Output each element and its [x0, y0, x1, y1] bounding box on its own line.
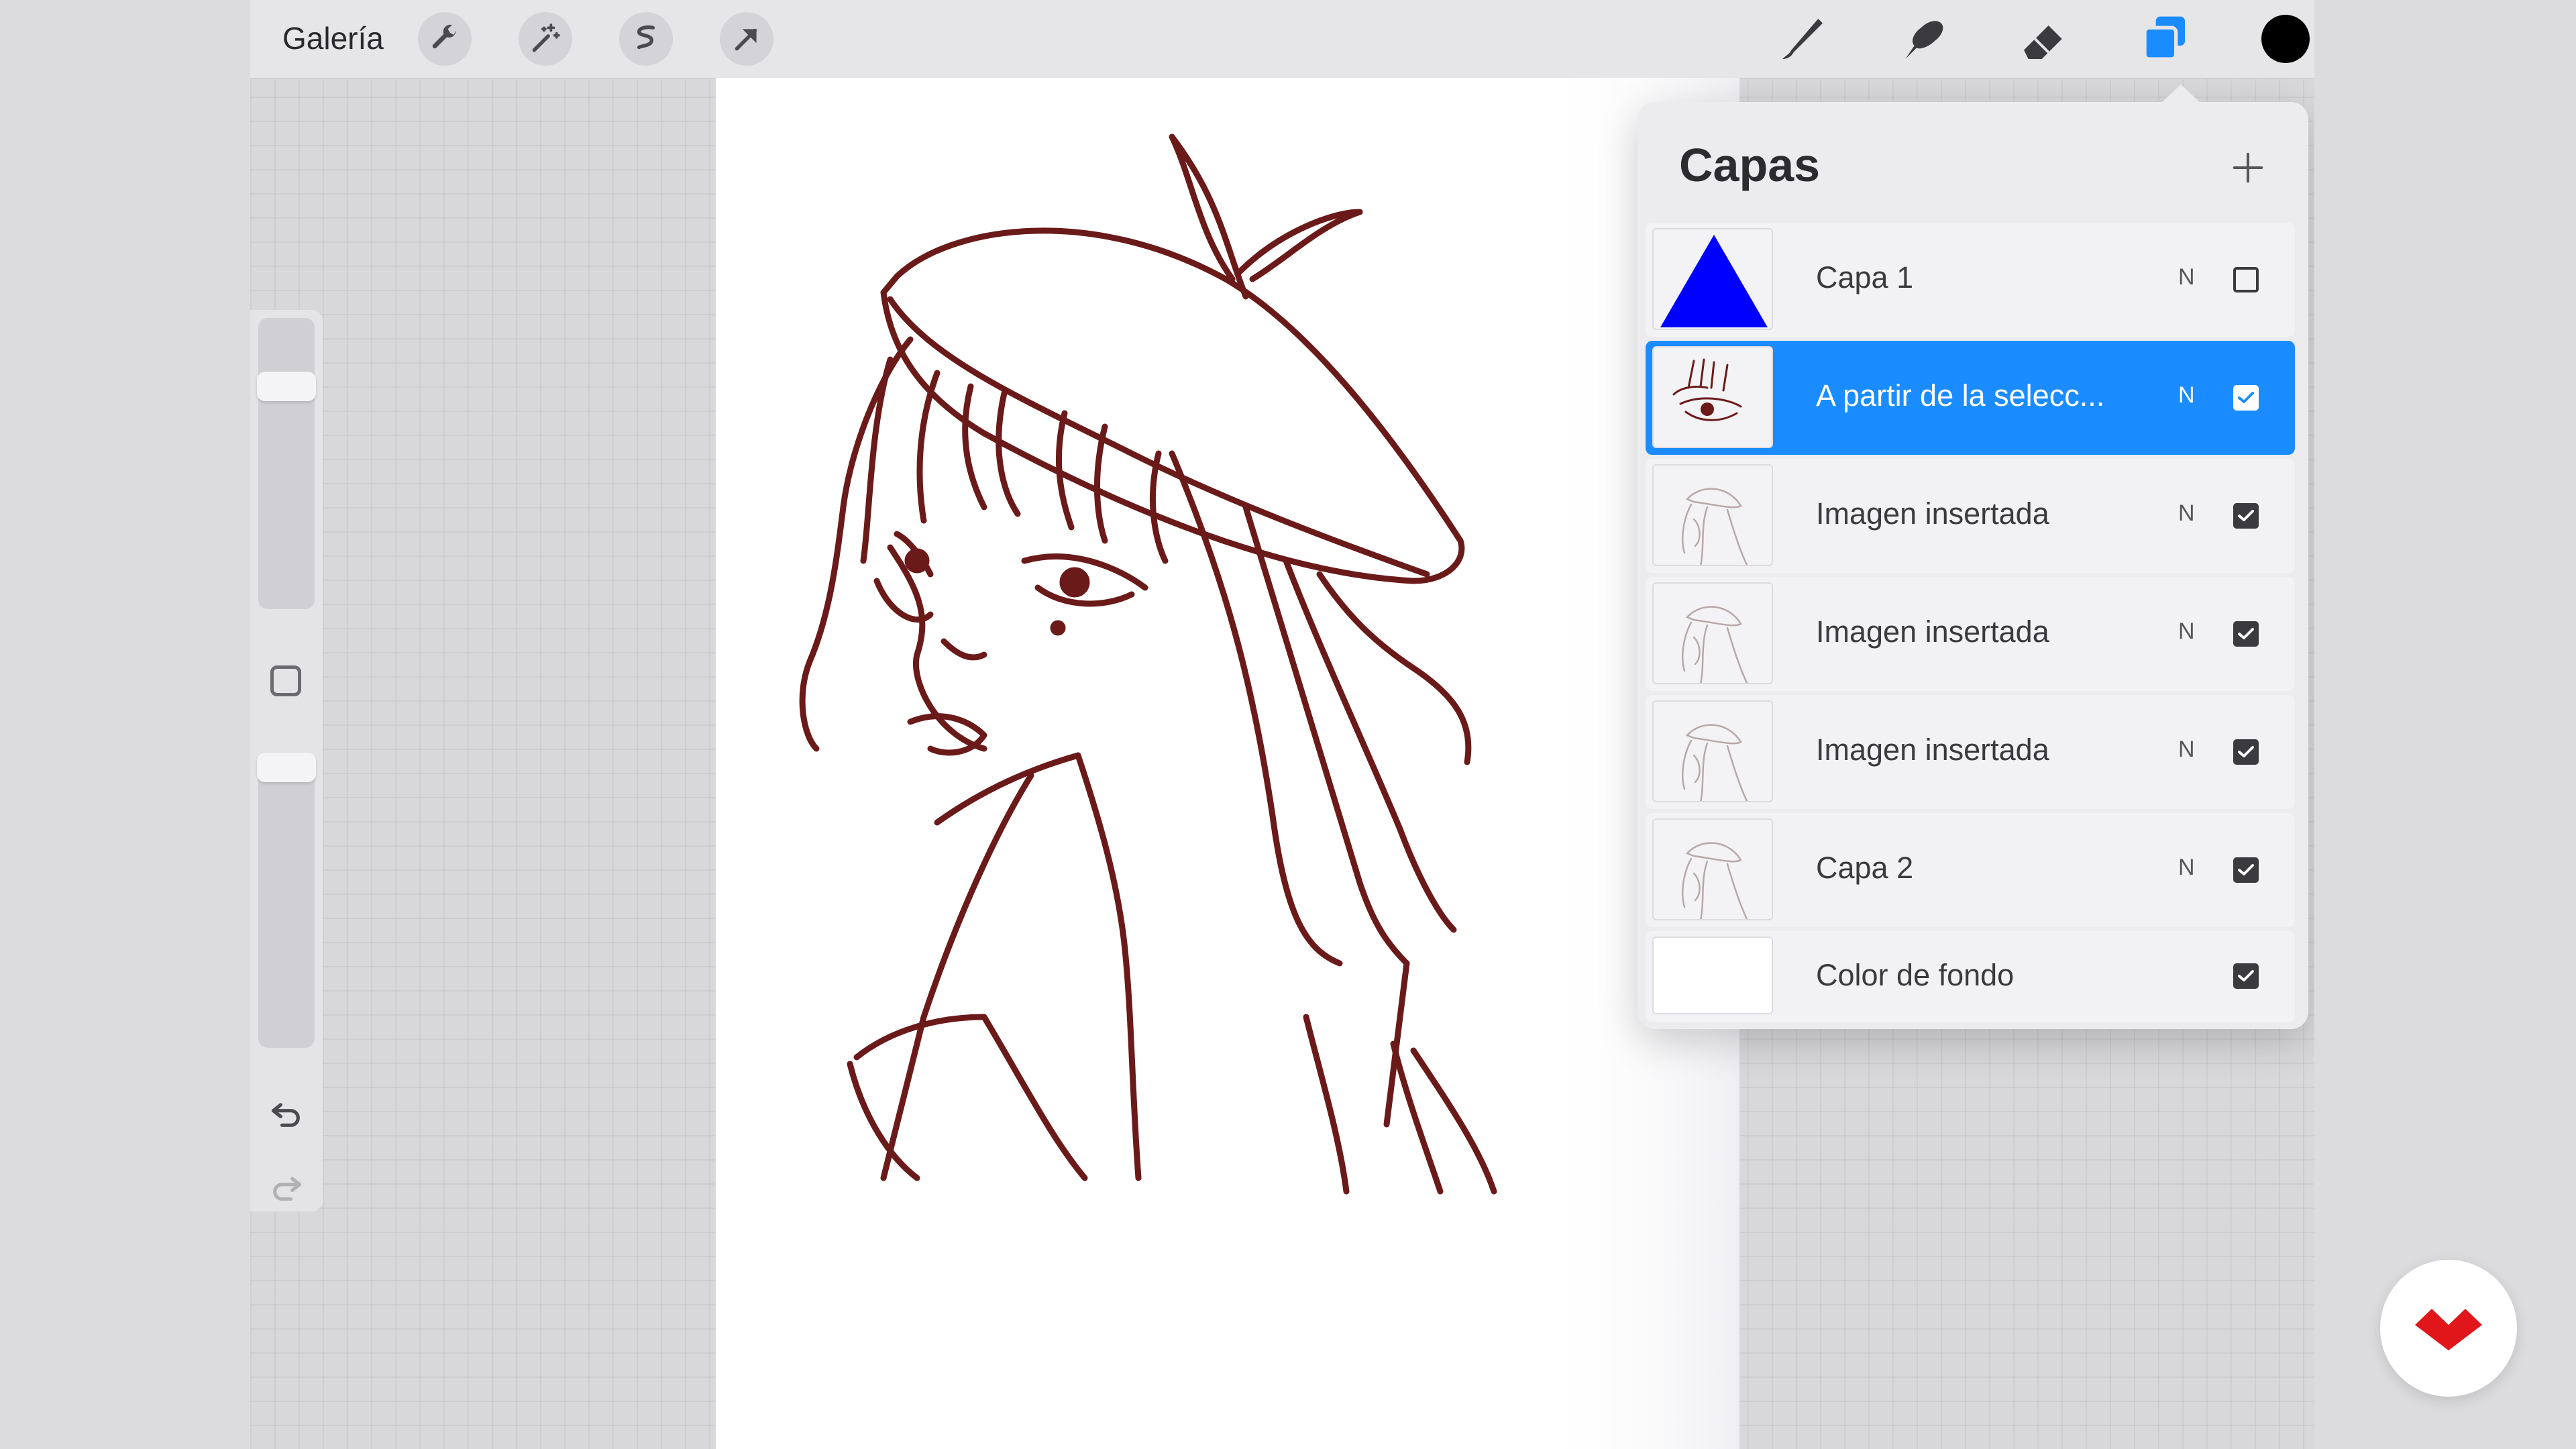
blend-mode[interactable]: N	[2178, 737, 2195, 763]
selection-icon	[637, 25, 655, 50]
brush-size-slider[interactable]	[257, 318, 316, 609]
undo-icon	[271, 1103, 300, 1127]
transform-button[interactable]	[720, 12, 773, 66]
layer-name: Imagen insertada	[1816, 733, 2049, 767]
redo-icon	[273, 1177, 302, 1201]
check-icon	[2238, 864, 2254, 875]
layer-name: Imagen insertada	[1816, 496, 2049, 531]
layer-thumbnail	[1652, 818, 1773, 920]
brush-size-knob[interactable]	[257, 372, 316, 401]
girl-sketch-thumbnail	[1682, 724, 1748, 801]
plus-icon	[2233, 152, 2263, 183]
layer-thumbnail	[1652, 700, 1773, 802]
background-color-thumbnail[interactable]	[1652, 936, 1773, 1014]
eraser-tool[interactable]	[2015, 9, 2074, 68]
color-tool[interactable]	[2256, 9, 2314, 68]
transform-arrow-icon	[735, 28, 757, 51]
layer-name: Imagen insertada	[1816, 614, 2049, 649]
visibility-checkbox[interactable]	[2233, 385, 2259, 411]
blend-mode[interactable]: N	[2178, 619, 2195, 645]
layer-thumbnail	[1652, 582, 1773, 684]
background-color-row[interactable]: Color de fondo	[1646, 931, 2295, 1022]
gallery-button[interactable]: Galería	[282, 20, 384, 56]
blend-mode[interactable]: N	[2178, 382, 2195, 409]
modify-button[interactable]	[270, 665, 301, 696]
layer-name: Capa 2	[1816, 851, 1914, 885]
layer-row[interactable]: Imagen insertada N	[1646, 695, 2295, 809]
girl-sketch-thumbnail	[1682, 488, 1748, 565]
layer-row-selected[interactable]: A partir de la selecc... N	[1646, 341, 2295, 455]
drawing-canvas[interactable]	[716, 78, 1739, 1449]
check-icon	[2238, 510, 2254, 521]
girl-sketch-artwork	[716, 78, 1739, 1449]
layer-thumbnail	[1652, 346, 1773, 448]
layers-panel: Capas Capa 1 N A partir de la selecc... …	[1638, 85, 2308, 1029]
brush-tool[interactable]	[1773, 9, 1832, 68]
opacity-knob[interactable]	[257, 753, 316, 782]
brush-icon	[1782, 19, 1823, 59]
undo-button[interactable]	[268, 1095, 305, 1132]
eraser-icon	[2024, 25, 2062, 59]
visibility-checkbox[interactable]	[2233, 739, 2259, 765]
smudge-tool[interactable]	[1894, 9, 1953, 68]
girl-sketch-thumbnail	[1682, 842, 1748, 919]
smudge-icon	[1905, 21, 1943, 59]
visibility-checkbox[interactable]	[2233, 963, 2259, 989]
layer-name: Color de fondo	[1816, 958, 2015, 992]
actions-button[interactable]	[418, 12, 472, 66]
blend-mode[interactable]: N	[2178, 500, 2195, 527]
blue-triangle-thumbnail	[1660, 235, 1768, 327]
check-icon	[2238, 746, 2254, 757]
layer-thumbnail	[1652, 464, 1773, 566]
visibility-checkbox[interactable]	[2233, 621, 2259, 647]
visibility-checkbox[interactable]	[2233, 503, 2259, 529]
visibility-checkbox[interactable]	[2233, 267, 2259, 292]
redo-button[interactable]	[268, 1169, 305, 1206]
layer-row[interactable]: Capa 2 N	[1646, 813, 2295, 927]
layer-row[interactable]: Imagen insertada N	[1646, 459, 2295, 573]
channel-logo	[2380, 1260, 2517, 1397]
layer-name: A partir de la selecc...	[1816, 378, 2105, 413]
left-sidebar	[250, 310, 323, 1212]
wrench-icon	[432, 24, 456, 49]
blend-mode[interactable]: N	[2178, 855, 2195, 881]
check-icon	[2238, 970, 2254, 981]
top-toolbar: Galería	[250, 0, 2314, 79]
eye-sketch-thumbnail	[1672, 358, 1742, 421]
opacity-slider[interactable]	[257, 753, 316, 1048]
procreate-app: Galería Capas Capa 1 N A partir de la se…	[250, 0, 2314, 1449]
layer-row[interactable]: Imagen insertada N	[1646, 577, 2295, 691]
adjustments-button[interactable]	[519, 12, 572, 66]
layers-title: Capas	[1679, 139, 1821, 191]
check-icon	[2238, 628, 2254, 639]
magic-wand-icon	[532, 23, 560, 52]
red-heart-logo-icon	[2415, 1309, 2482, 1350]
selection-button[interactable]	[619, 12, 673, 66]
blend-mode[interactable]: N	[2178, 264, 2195, 290]
visibility-checkbox[interactable]	[2233, 857, 2259, 883]
layer-thumbnail	[1652, 228, 1773, 330]
add-layer-button[interactable]	[2221, 141, 2275, 195]
color-swatch	[2261, 15, 2310, 63]
panel-pointer	[2161, 85, 2201, 103]
layers-tool[interactable]	[2135, 9, 2194, 68]
layer-row[interactable]: Capa 1 N	[1646, 223, 2295, 337]
layers-icon	[2143, 16, 2185, 61]
girl-sketch-thumbnail	[1682, 606, 1748, 683]
check-icon	[2238, 392, 2254, 403]
layer-name: Capa 1	[1816, 260, 1914, 294]
